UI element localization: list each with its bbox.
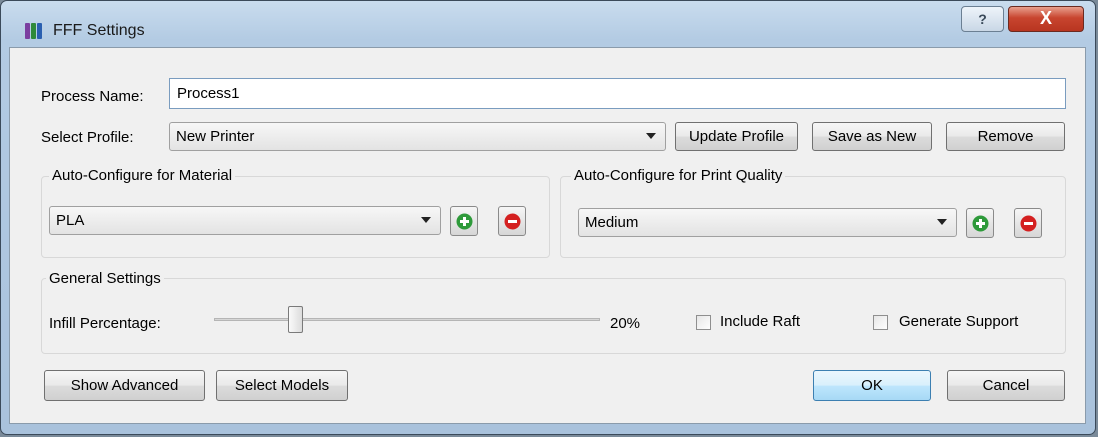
close-button[interactable]: X bbox=[1008, 6, 1084, 32]
add-icon bbox=[456, 213, 473, 230]
infill-percentage-value: 20% bbox=[610, 315, 641, 332]
profile-dropdown-value: New Printer bbox=[176, 128, 255, 145]
material-group-label: Auto-Configure for Material bbox=[49, 166, 236, 186]
infill-percentage-label: Infill Percentage: bbox=[49, 315, 161, 332]
chevron-down-icon bbox=[937, 219, 947, 225]
ok-button[interactable]: OK bbox=[813, 370, 931, 401]
process-name-label: Process Name: bbox=[41, 88, 144, 105]
material-dropdown-value: PLA bbox=[56, 212, 85, 229]
generate-support-label[interactable]: Generate Support bbox=[899, 312, 1018, 332]
app-logo-icon bbox=[25, 23, 42, 39]
remove-quality-button[interactable] bbox=[1014, 208, 1042, 238]
infill-slider[interactable] bbox=[214, 306, 600, 333]
remove-profile-button[interactable]: Remove bbox=[946, 122, 1065, 151]
print-quality-dropdown-value: Medium bbox=[585, 214, 639, 231]
include-raft-label[interactable]: Include Raft bbox=[720, 312, 800, 332]
infill-slider-track bbox=[214, 318, 600, 321]
select-models-button[interactable]: Select Models bbox=[216, 370, 348, 401]
fff-settings-window: FFF Settings ? X Process Name: Process1 … bbox=[0, 0, 1096, 435]
add-quality-button[interactable] bbox=[966, 208, 994, 238]
select-profile-label: Select Profile: bbox=[41, 129, 134, 146]
print-quality-group-label: Auto-Configure for Print Quality bbox=[571, 166, 786, 186]
title-bar[interactable]: FFF Settings ? X bbox=[1, 1, 1095, 47]
infill-slider-thumb[interactable] bbox=[288, 306, 303, 333]
save-as-new-button[interactable]: Save as New bbox=[812, 122, 932, 151]
update-profile-button[interactable]: Update Profile bbox=[675, 122, 798, 151]
dialog-body: Process Name: Process1 Select Profile: N… bbox=[9, 47, 1086, 424]
help-button[interactable]: ? bbox=[961, 6, 1004, 32]
add-icon bbox=[972, 215, 989, 232]
process-name-input[interactable]: Process1 bbox=[169, 78, 1066, 109]
print-quality-dropdown[interactable]: Medium bbox=[578, 208, 957, 237]
show-advanced-button[interactable]: Show Advanced bbox=[44, 370, 205, 401]
chevron-down-icon bbox=[421, 217, 431, 223]
cancel-button[interactable]: Cancel bbox=[947, 370, 1065, 401]
chevron-down-icon bbox=[646, 133, 656, 139]
material-dropdown[interactable]: PLA bbox=[49, 206, 441, 235]
add-material-button[interactable] bbox=[450, 206, 478, 236]
window-title: FFF Settings bbox=[53, 22, 145, 39]
remove-icon bbox=[504, 213, 521, 230]
generate-support-checkbox[interactable] bbox=[873, 315, 888, 330]
profile-dropdown[interactable]: New Printer bbox=[169, 122, 666, 151]
remove-material-button[interactable] bbox=[498, 206, 526, 236]
remove-icon bbox=[1020, 215, 1037, 232]
include-raft-checkbox[interactable] bbox=[696, 315, 711, 330]
general-settings-label: General Settings bbox=[46, 269, 164, 289]
